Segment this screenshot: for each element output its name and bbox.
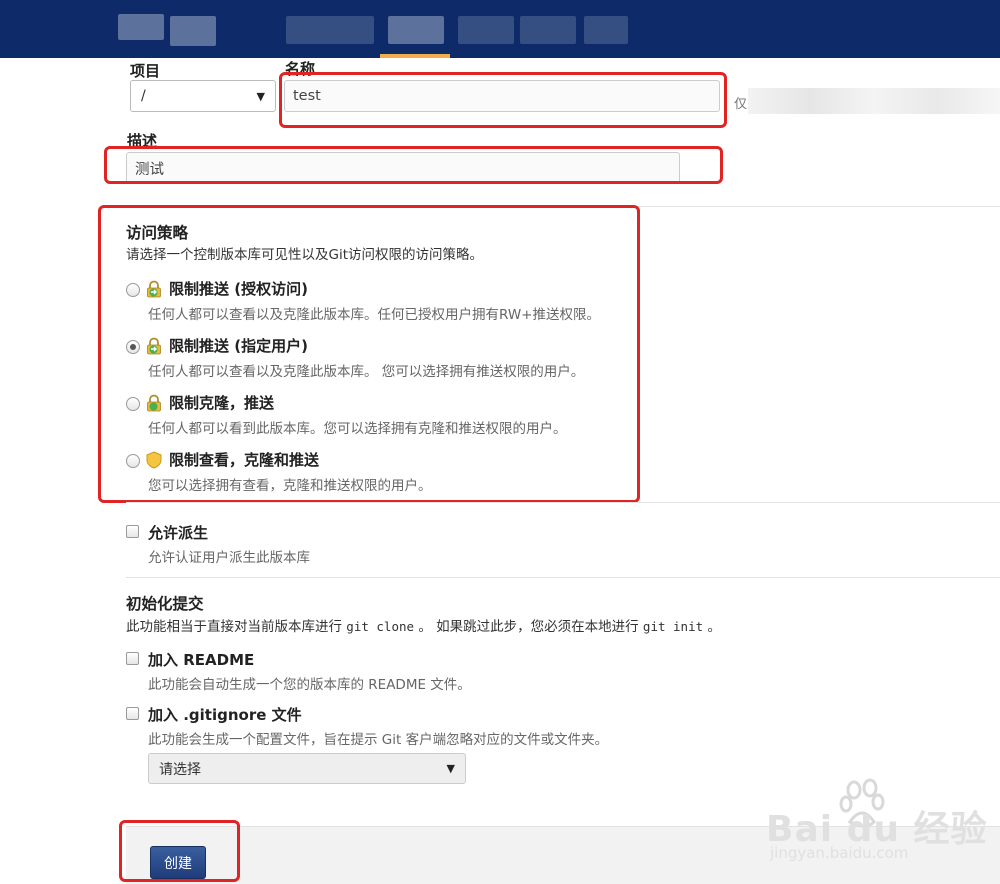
gitignore-select-value: 请选择 [159, 761, 201, 778]
add-gitignore-checkbox[interactable] [126, 707, 139, 720]
init-desc-part1: 此功能相当于直接对当前版本库进行 [126, 619, 342, 635]
add-readme-label: 加入 README [148, 651, 255, 669]
section-divider [126, 577, 1000, 578]
nav-item-blurred-5[interactable] [584, 16, 628, 44]
gitignore-template-select[interactable]: 请选择 ▼ [148, 753, 466, 784]
chevron-down-icon: ▼ [446, 762, 455, 775]
allow-fork-help: 允许认证用户派生此版本库 [148, 550, 310, 566]
logo-blurred [118, 14, 164, 40]
nav-item-blurred-4[interactable] [520, 16, 576, 44]
nav-item-blurred-1[interactable] [286, 16, 374, 44]
add-readme-help: 此功能会自动生成一个您的版本库的 README 文件。 [148, 677, 471, 693]
allow-fork-checkbox[interactable] [126, 525, 139, 538]
annotation-box-description [104, 146, 723, 184]
annotation-box-name [279, 72, 727, 128]
hint-text-blurred [748, 88, 1000, 114]
init-desc-part3: 。 [707, 619, 721, 635]
project-label: 项目 [130, 62, 161, 80]
nav-item-blurred-3[interactable] [458, 16, 514, 44]
top-navbar [0, 0, 1000, 58]
watermark-url: jingyan.baidu.com [770, 844, 909, 862]
add-gitignore-label: 加入 .gitignore 文件 [148, 706, 302, 724]
annotation-box-create [119, 820, 240, 882]
init-desc-part2: 。 如果跳过此步，您必须在本地进行 [418, 619, 639, 635]
brand-blurred [170, 16, 216, 46]
nav-item-blurred-2[interactable] [388, 16, 444, 44]
git-clone-code: git clone [346, 619, 415, 634]
init-commit-description: 此功能相当于直接对当前版本库进行 git clone 。 如果跳过此步，您必须在… [126, 615, 721, 635]
add-readme-checkbox[interactable] [126, 652, 139, 665]
nav-active-indicator [380, 54, 450, 58]
project-select[interactable]: / ▼ [130, 80, 276, 112]
baidu-jingyan-watermark: Bai du 经验 jingyan.baidu.com [762, 778, 997, 868]
project-select-value: / [141, 88, 146, 104]
name-side-hint: 仅 [734, 97, 748, 112]
chevron-down-icon: ▼ [256, 89, 265, 103]
annotation-box-access [98, 205, 640, 503]
section-divider [126, 502, 1000, 503]
add-gitignore-help: 此功能会生成一个配置文件，旨在提示 Git 客户端忽略对应的文件或文件夹。 [148, 732, 609, 748]
allow-fork-label: 允许派生 [148, 524, 209, 542]
init-commit-title: 初始化提交 [126, 595, 204, 613]
git-init-code: git init [642, 619, 704, 634]
